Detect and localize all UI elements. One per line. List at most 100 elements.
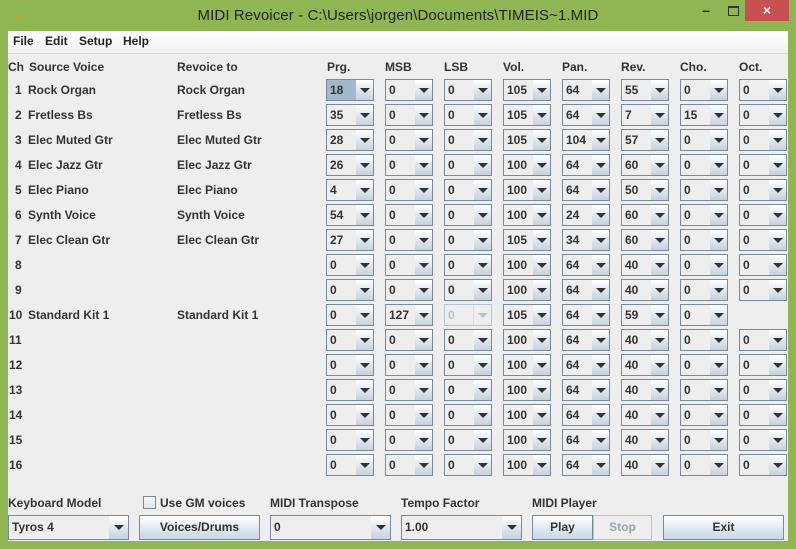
rev-dropdown[interactable] (651, 205, 668, 225)
use-gm-voices-checkbox[interactable] (143, 496, 156, 509)
cho-dropdown[interactable] (710, 205, 727, 225)
cho-dropdown[interactable] (710, 430, 727, 450)
prg-select[interactable]: 18 (326, 79, 374, 101)
tempo-factor-select[interactable]: 1.00 (401, 515, 522, 540)
prg-dropdown[interactable] (356, 405, 373, 425)
rev-select[interactable]: 40 (621, 329, 669, 351)
lsb-dropdown[interactable] (474, 430, 491, 450)
prg-select[interactable]: 0 (326, 329, 374, 351)
vol-select[interactable]: 100 (503, 354, 551, 376)
oct-select[interactable]: 0 (739, 379, 787, 401)
lsb-select[interactable]: 0 (444, 304, 492, 326)
cho-dropdown[interactable] (710, 280, 727, 300)
msb-select[interactable]: 0 (385, 129, 433, 151)
lsb-select[interactable]: 0 (444, 279, 492, 301)
rev-dropdown[interactable] (651, 455, 668, 475)
cho-dropdown[interactable] (710, 455, 727, 475)
lsb-dropdown[interactable] (474, 180, 491, 200)
vol-dropdown[interactable] (533, 405, 550, 425)
pan-dropdown[interactable] (592, 80, 609, 100)
rev-select[interactable]: 7 (621, 104, 669, 126)
msb-dropdown[interactable] (415, 180, 432, 200)
vol-dropdown[interactable] (533, 205, 550, 225)
prg-select[interactable]: 27 (326, 229, 374, 251)
oct-select[interactable]: 0 (739, 329, 787, 351)
play-button[interactable]: Play (532, 515, 593, 540)
vol-dropdown[interactable] (533, 130, 550, 150)
prg-select[interactable]: 0 (326, 354, 374, 376)
prg-dropdown[interactable] (356, 280, 373, 300)
prg-select[interactable]: 0 (326, 429, 374, 451)
vol-dropdown[interactable] (533, 455, 550, 475)
rev-select[interactable]: 40 (621, 279, 669, 301)
lsb-dropdown[interactable] (474, 80, 491, 100)
oct-select[interactable]: 0 (739, 429, 787, 451)
rev-select[interactable]: 60 (621, 154, 669, 176)
menu-setup[interactable]: Setup (79, 34, 112, 48)
rev-select[interactable]: 40 (621, 379, 669, 401)
msb-select[interactable]: 0 (385, 229, 433, 251)
midi-transpose-select[interactable]: 0 (270, 515, 391, 540)
lsb-select[interactable]: 0 (444, 204, 492, 226)
pan-dropdown[interactable] (592, 255, 609, 275)
cho-dropdown[interactable] (710, 130, 727, 150)
vol-dropdown[interactable] (533, 230, 550, 250)
cho-dropdown[interactable] (710, 380, 727, 400)
prg-dropdown[interactable] (356, 430, 373, 450)
msb-dropdown[interactable] (415, 280, 432, 300)
lsb-dropdown[interactable] (474, 355, 491, 375)
vol-select[interactable]: 105 (503, 79, 551, 101)
vol-select[interactable]: 100 (503, 329, 551, 351)
vol-dropdown[interactable] (533, 105, 550, 125)
cho-select[interactable]: 0 (680, 329, 728, 351)
pan-select[interactable]: 64 (562, 379, 610, 401)
lsb-dropdown[interactable] (474, 130, 491, 150)
lsb-select[interactable]: 0 (444, 229, 492, 251)
pan-select[interactable]: 64 (562, 329, 610, 351)
oct-dropdown[interactable] (769, 405, 786, 425)
rev-dropdown[interactable] (651, 380, 668, 400)
pan-select[interactable]: 64 (562, 179, 610, 201)
msb-select[interactable]: 0 (385, 154, 433, 176)
vol-dropdown[interactable] (533, 355, 550, 375)
rev-select[interactable]: 40 (621, 404, 669, 426)
cho-select[interactable]: 15 (680, 104, 728, 126)
msb-select[interactable]: 0 (385, 354, 433, 376)
lsb-select[interactable]: 0 (444, 154, 492, 176)
pan-select[interactable]: 64 (562, 254, 610, 276)
msb-dropdown[interactable] (415, 130, 432, 150)
vol-dropdown[interactable] (533, 305, 550, 325)
oct-dropdown[interactable] (769, 255, 786, 275)
keyboard-model-select[interactable]: Tyros 4 (8, 515, 129, 540)
pan-select[interactable]: 64 (562, 104, 610, 126)
stop-button[interactable]: Stop (593, 515, 652, 540)
cho-select[interactable]: 0 (680, 204, 728, 226)
prg-select[interactable]: 4 (326, 179, 374, 201)
cho-dropdown[interactable] (710, 305, 727, 325)
vol-dropdown[interactable] (533, 380, 550, 400)
cho-dropdown[interactable] (710, 155, 727, 175)
lsb-dropdown[interactable] (474, 255, 491, 275)
cho-dropdown[interactable] (710, 330, 727, 350)
oct-dropdown[interactable] (769, 355, 786, 375)
msb-select[interactable]: 0 (385, 79, 433, 101)
vol-dropdown[interactable] (533, 155, 550, 175)
prg-dropdown[interactable] (356, 255, 373, 275)
pan-select[interactable]: 64 (562, 154, 610, 176)
vol-select[interactable]: 100 (503, 379, 551, 401)
vol-dropdown[interactable] (533, 255, 550, 275)
msb-dropdown[interactable] (415, 255, 432, 275)
pan-dropdown[interactable] (592, 155, 609, 175)
rev-dropdown[interactable] (651, 130, 668, 150)
cho-select[interactable]: 0 (680, 79, 728, 101)
lsb-dropdown[interactable] (474, 380, 491, 400)
pan-dropdown[interactable] (592, 230, 609, 250)
lsb-select[interactable]: 0 (444, 404, 492, 426)
rev-dropdown[interactable] (651, 230, 668, 250)
lsb-select[interactable]: 0 (444, 354, 492, 376)
menu-file[interactable]: File (13, 34, 34, 48)
rev-select[interactable]: 60 (621, 204, 669, 226)
midi-transpose-dropdown[interactable] (371, 516, 390, 539)
msb-select[interactable]: 127 (385, 304, 433, 326)
msb-select[interactable]: 0 (385, 254, 433, 276)
